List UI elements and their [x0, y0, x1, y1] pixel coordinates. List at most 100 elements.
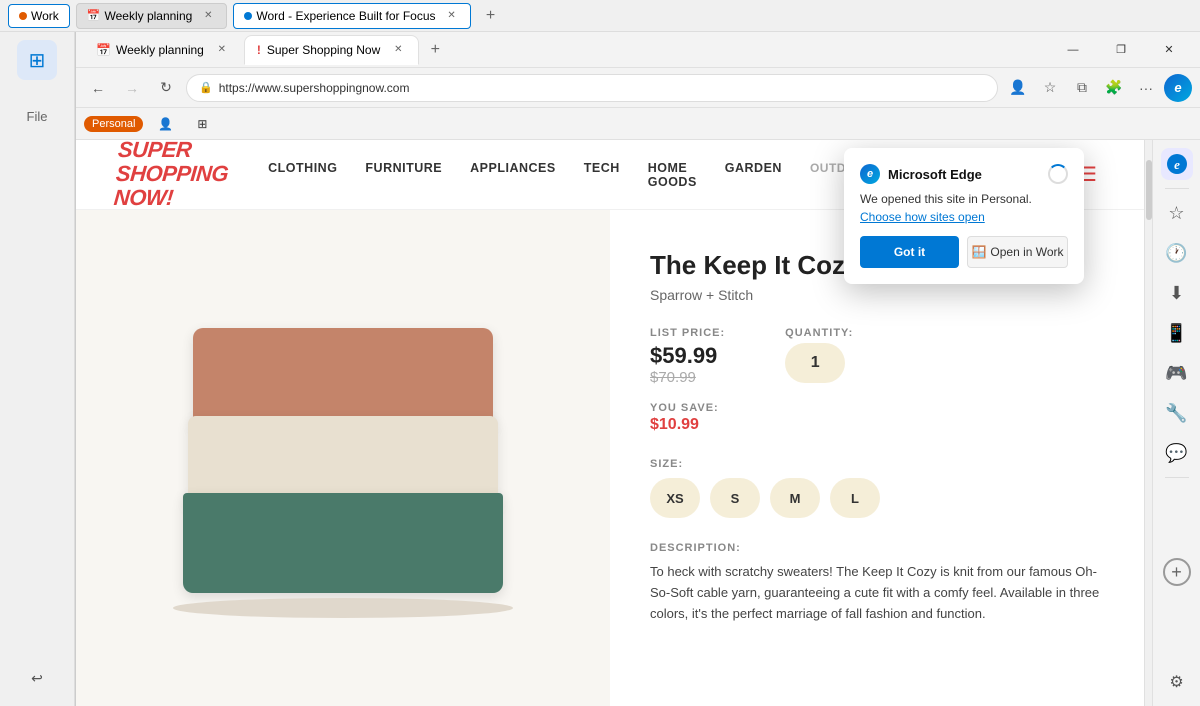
taskbar-weekly-planning[interactable]: 📅 Weekly planning ✕	[76, 3, 228, 29]
size-label: SIZE:	[650, 458, 1104, 470]
sweater-image	[153, 308, 533, 648]
product-layout: The Keep It Cozy Sweater Sparrow + Stitc…	[76, 210, 1144, 706]
sweater-top-layer	[193, 328, 493, 428]
popup-title: Microsoft Edge	[888, 167, 982, 182]
logo-line1: SUPER	[117, 140, 192, 162]
sidebar-tools-icon[interactable]: 🔧	[1161, 397, 1193, 429]
taskbar-weekly-label: Weekly planning	[104, 9, 192, 23]
tab-weekly-label: Weekly planning	[116, 43, 204, 57]
tab-weekly-planning[interactable]: 📅 Weekly planning ✕	[84, 36, 242, 64]
profile-icon[interactable]: 👤	[1004, 74, 1032, 102]
taskbar-add-tab[interactable]: +	[477, 2, 505, 30]
sidebar-apps-icon[interactable]: 📱	[1161, 317, 1193, 349]
sidebar-favorites-icon[interactable]: ☆	[1161, 197, 1193, 229]
tab-shopping-label: Super Shopping Now	[267, 43, 380, 57]
tab-grid-icon: ⊞	[197, 117, 207, 131]
lock-icon: 🔒	[199, 81, 213, 94]
popup-header: e Microsoft Edge	[860, 164, 1068, 184]
os-file-btn[interactable]: File	[17, 96, 57, 136]
nav-home-goods[interactable]: HOME GOODS	[648, 161, 697, 189]
collections-icon[interactable]: ⧉	[1068, 74, 1096, 102]
sweater-bot-layer	[183, 493, 503, 593]
tab-shopping-close[interactable]: ✕	[390, 42, 406, 58]
logo-line3: NOW!	[113, 186, 174, 211]
profile-icon-fav: 👤	[158, 117, 173, 131]
os-apps-grid-btn[interactable]: ⊞	[17, 40, 57, 80]
nav-garden[interactable]: GARDEN	[725, 161, 782, 189]
taskbar-word-close[interactable]: ✕	[444, 8, 460, 24]
sidebar-history-icon[interactable]: 🕐	[1161, 237, 1193, 269]
back-btn[interactable]: ←	[84, 74, 112, 102]
edge-copilot-sidebar-icon[interactable]: e	[1161, 148, 1193, 180]
size-row: SIZE: XS S M L	[650, 458, 1104, 518]
sidebar-add-btn[interactable]: +	[1163, 558, 1191, 586]
os-left-sidebar: ⊞ File ↩	[0, 32, 75, 706]
desc-row: DESCRIPTION: To heck with scratchy sweat…	[650, 542, 1104, 624]
work-icon: 🪟	[971, 245, 986, 259]
profile-chip-label: Personal	[92, 118, 135, 130]
browser-minimize-btn[interactable]: —	[1050, 34, 1096, 66]
open-in-work-button[interactable]: 🪟 Open in Work	[967, 236, 1068, 268]
forward-btn[interactable]: →	[118, 74, 146, 102]
save-row: YOU SAVE: $10.99	[650, 402, 1104, 434]
taskbar-word-label: Word - Experience Built for Focus	[256, 9, 435, 23]
site-logo: SUPER SHOPPING NOW!	[113, 140, 231, 211]
sidebar-divider-2	[1165, 477, 1189, 478]
sidebar-chat-icon[interactable]: 💬	[1161, 437, 1193, 469]
tab-weekly-favicon: 📅	[96, 43, 110, 57]
nav-tech[interactable]: TECH	[584, 161, 620, 189]
os-undo-btn[interactable]: ↩	[17, 658, 57, 698]
sidebar-divider-1	[1165, 188, 1189, 189]
extensions-icon[interactable]: 🧩	[1100, 74, 1128, 102]
refresh-btn[interactable]: ↻	[152, 74, 180, 102]
address-text: https://www.supershoppingnow.com	[219, 81, 410, 95]
product-brand: Sparrow + Stitch	[650, 287, 1104, 303]
svg-text:e: e	[1174, 157, 1180, 172]
price-block: LIST PRICE: $59.99 $70.99	[650, 327, 725, 386]
description-text: To heck with scratchy sweaters! The Keep…	[650, 562, 1104, 624]
size-m[interactable]: M	[770, 478, 820, 518]
browser-titlebar: 📅 Weekly planning ✕ ! Super Shopping Now…	[76, 32, 1200, 68]
sidebar-downloads-icon[interactable]: ⬇	[1161, 277, 1193, 309]
nav-appliances[interactable]: APPLIANCES	[470, 161, 556, 189]
product-image-area	[76, 210, 610, 706]
nav-furniture[interactable]: FURNITURE	[365, 161, 442, 189]
size-l[interactable]: L	[830, 478, 880, 518]
browser-restore-btn[interactable]: ❐	[1098, 34, 1144, 66]
taskbar-weekly-close[interactable]: ✕	[200, 8, 216, 24]
favorites-bar: Personal 👤 ⊞	[76, 108, 1200, 140]
size-s[interactable]: S	[710, 478, 760, 518]
original-price: $70.99	[650, 369, 725, 386]
list-price-label: LIST PRICE:	[650, 327, 725, 339]
you-save-label: YOU SAVE:	[650, 402, 1104, 414]
edge-sidebar: e ☆ 🕐 ⬇ 📱 🎮 🔧 💬 + ⚙	[1152, 140, 1200, 706]
sidebar-games-icon[interactable]: 🎮	[1161, 357, 1193, 389]
tab-weekly-close[interactable]: ✕	[214, 42, 230, 58]
browser-new-tab-btn[interactable]: +	[421, 36, 449, 64]
tab-grid-btn[interactable]: ⊞	[188, 114, 216, 134]
nav-clothing[interactable]: CLOTHING	[268, 161, 337, 189]
product-price-row: LIST PRICE: $59.99 $70.99 QUANTITY: 1	[650, 327, 1104, 386]
taskbar-work-item[interactable]: Work	[8, 4, 70, 28]
address-bar[interactable]: 🔒 https://www.supershoppingnow.com	[186, 74, 998, 102]
browser-close-btn[interactable]: ✕	[1146, 34, 1192, 66]
os-taskbar: Work 📅 Weekly planning ✕ Word - Experien…	[0, 0, 1200, 32]
taskbar-work-label: Work	[31, 9, 59, 23]
browser-window-controls: — ❐ ✕	[1050, 34, 1192, 66]
edge-copilot-icon[interactable]: e	[1164, 74, 1192, 102]
more-menu-icon[interactable]: ···	[1132, 74, 1160, 102]
quantity-selector[interactable]: 1	[785, 343, 845, 383]
profile-switch-btn[interactable]: 👤	[149, 114, 182, 134]
got-it-button[interactable]: Got it	[860, 236, 959, 268]
favorites-icon[interactable]: ☆	[1036, 74, 1064, 102]
size-xs[interactable]: XS	[650, 478, 700, 518]
popup-choose-link[interactable]: Choose how sites open	[860, 210, 1068, 224]
taskbar-word[interactable]: Word - Experience Built for Focus ✕	[233, 3, 470, 29]
popup-edge-logo: e	[860, 164, 880, 184]
scrollbar[interactable]	[1144, 140, 1152, 706]
sidebar-settings-btn[interactable]: ⚙	[1161, 666, 1193, 698]
profile-chip[interactable]: Personal	[84, 116, 143, 132]
popup-message: We opened this site in Personal.	[860, 192, 1068, 206]
tab-super-shopping[interactable]: ! Super Shopping Now ✕	[244, 35, 419, 65]
scrollbar-thumb[interactable]	[1146, 160, 1152, 220]
